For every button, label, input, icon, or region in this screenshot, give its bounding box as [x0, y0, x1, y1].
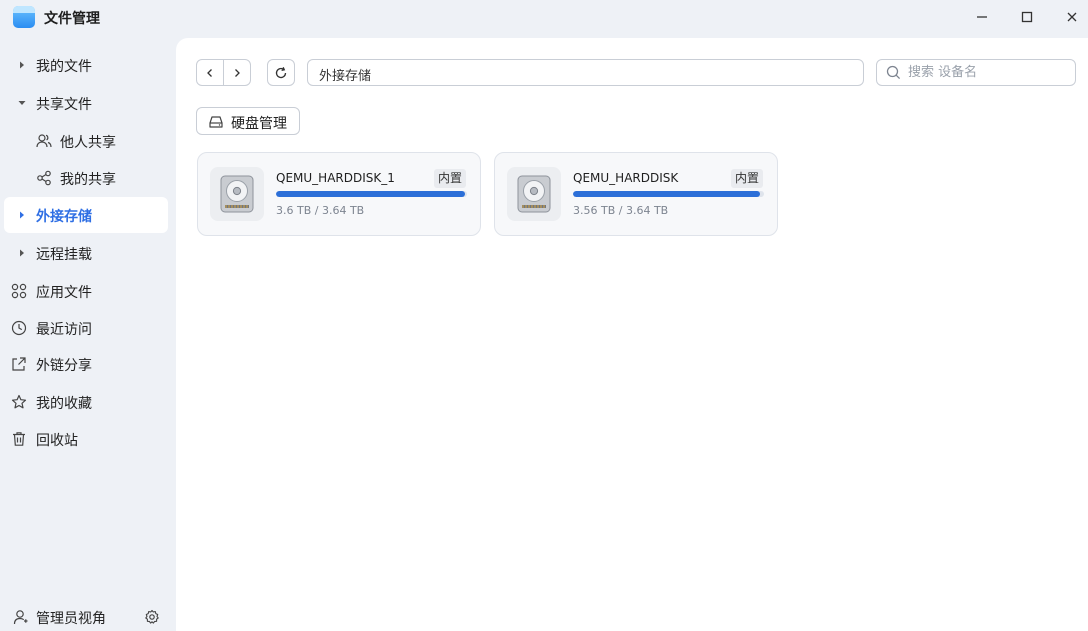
disk-management-button[interactable]: 硬盘管理	[196, 107, 300, 135]
close-icon	[1067, 12, 1077, 22]
user-icon	[13, 610, 28, 625]
maximize-button[interactable]	[1014, 6, 1040, 28]
sidebar-item-label: 外链分享	[36, 358, 92, 374]
sidebar-item-shared-with-me[interactable]: 他人共享	[4, 123, 168, 159]
apps-icon	[11, 283, 27, 299]
search-icon	[886, 65, 901, 80]
sidebar-item-label: 我的收藏	[36, 396, 92, 412]
disk-usage-text: 3.6 TB / 3.64 TB	[276, 204, 365, 217]
disk-management-label: 硬盘管理	[231, 116, 287, 132]
sidebar-item-shared-files[interactable]: 共享文件	[4, 85, 168, 121]
disk-name: QEMU_HARDDISK	[573, 171, 679, 185]
path-bar[interactable]: 外接存储	[307, 59, 864, 86]
chevron-right-icon	[235, 68, 241, 77]
sidebar-item-label: 最近访问	[36, 322, 92, 338]
sidebar-item-recent[interactable]: 最近访问	[4, 310, 168, 346]
sidebar-item-external-link-share[interactable]: 外链分享	[4, 346, 168, 382]
sidebar-item-label: 我的文件	[36, 59, 92, 75]
sidebar-item-label: 外接存储	[36, 209, 92, 225]
caret-right-icon	[20, 211, 24, 219]
sidebar-item-external-storage[interactable]: 外接存储	[4, 197, 168, 233]
share-icon	[37, 170, 51, 186]
caret-right-icon	[20, 249, 24, 257]
disk-usage-bar	[573, 191, 764, 197]
sidebar-item-my-files[interactable]: 我的文件	[4, 47, 168, 83]
sidebar-item-favorites[interactable]: 我的收藏	[4, 384, 168, 420]
disk-usage-text: 3.56 TB / 3.64 TB	[573, 204, 669, 217]
users-icon	[36, 134, 52, 148]
sidebar-item-label: 共享文件	[36, 97, 92, 113]
search-box[interactable]	[876, 59, 1076, 86]
drive-icon	[209, 116, 223, 128]
clock-icon	[11, 320, 27, 336]
refresh-button[interactable]	[267, 59, 295, 86]
back-button[interactable]	[197, 60, 223, 85]
disk-usage-bar	[276, 191, 467, 197]
maximize-icon	[1021, 11, 1033, 23]
minimize-button[interactable]	[969, 6, 995, 28]
history-nav	[196, 59, 251, 86]
disk-card[interactable]: QEMU_HARDDISK_1 内置 3.6 TB / 3.64 TB	[197, 152, 481, 236]
refresh-icon	[275, 66, 287, 78]
trash-icon	[13, 432, 25, 446]
external-link-icon	[12, 357, 26, 371]
chevron-left-icon	[207, 68, 213, 77]
forward-button[interactable]	[223, 60, 250, 85]
caret-down-icon	[18, 101, 26, 105]
hard-disk-icon	[507, 167, 561, 221]
sidebar-item-app-files[interactable]: 应用文件	[4, 273, 168, 309]
sidebar-item-trash[interactable]: 回收站	[4, 421, 168, 457]
sidebar-item-label: 远程挂载	[36, 247, 92, 263]
hard-disk-icon	[210, 167, 264, 221]
disk-usage-bar-fill	[573, 191, 760, 197]
sidebar-item-label: 回收站	[36, 433, 78, 449]
disk-usage-bar-fill	[276, 191, 465, 197]
sidebar-item-label: 应用文件	[36, 285, 92, 301]
sidebar-item-my-shares[interactable]: 我的共享	[4, 160, 168, 196]
sidebar-item-label: 我的共享	[60, 172, 116, 188]
disk-type-badge: 内置	[730, 169, 763, 188]
star-icon	[11, 394, 27, 409]
sidebar-item-label: 他人共享	[60, 135, 116, 151]
disk-name: QEMU_HARDDISK_1	[276, 171, 395, 185]
title-bar: 文件管理	[0, 0, 1088, 38]
gear-icon[interactable]	[144, 609, 160, 625]
disk-card[interactable]: QEMU_HARDDISK 内置 3.56 TB / 3.64 TB	[494, 152, 778, 236]
disk-type-badge: 内置	[433, 169, 466, 188]
sidebar-item-remote-mount[interactable]: 远程挂载	[4, 235, 168, 271]
sidebar: 我的文件 共享文件 他人共享 我的共享 外接存储 远程挂载 应用文件 最近访问 …	[0, 38, 176, 631]
search-input[interactable]	[908, 63, 1068, 82]
main-panel: 外接存储 硬盘管理 QEMU_HARDDISK_1 内置	[176, 38, 1088, 631]
app-logo-icon	[13, 6, 35, 28]
minimize-icon	[977, 16, 987, 18]
admin-view-label: 管理员视角	[36, 611, 106, 627]
caret-right-icon	[20, 61, 24, 69]
admin-view-row[interactable]: 管理员视角	[0, 601, 176, 631]
app-title: 文件管理	[44, 11, 100, 27]
close-button[interactable]	[1059, 6, 1085, 28]
